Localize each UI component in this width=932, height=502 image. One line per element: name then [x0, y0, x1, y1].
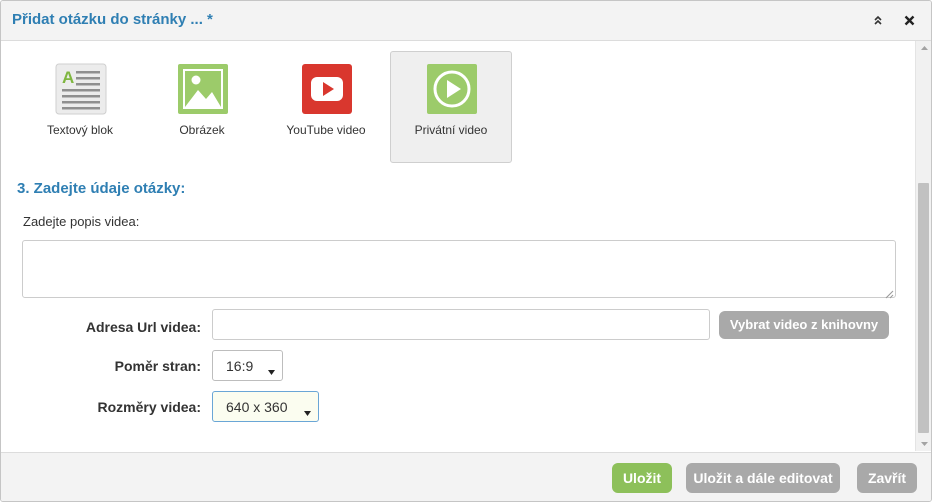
vertical-scrollbar[interactable] [915, 41, 931, 451]
scroll-up-arrow-icon[interactable] [916, 41, 931, 55]
close-button[interactable]: Zavřít [857, 463, 917, 493]
scroll-down-arrow-icon[interactable] [916, 437, 931, 451]
close-icon[interactable] [900, 11, 918, 29]
resize-grip-icon[interactable] [884, 286, 894, 299]
ratio-select[interactable]: 16:9 [212, 350, 283, 381]
dialog-title: Přidat otázku do stránky ... * [12, 11, 213, 28]
description-label: Zadejte popis videa: [23, 214, 140, 229]
youtube-icon [301, 63, 353, 115]
ratio-select-value: 16:9 [226, 358, 254, 374]
size-select-value: 640 x 360 [226, 399, 288, 415]
dialog-footer: Uložit Uložit a dále editovat Zavřít [1, 452, 931, 501]
dialog-content: A Textový blok Obrázek YouTube video Pri… [1, 41, 915, 451]
save-and-continue-button[interactable]: Uložit a dále editovat [686, 463, 840, 493]
size-label: Rozměry videa: [97, 399, 201, 415]
text-block-icon: A [55, 63, 107, 115]
dialog-titlebar: Přidat otázku do stránky ... * [1, 1, 931, 41]
size-select[interactable]: 640 x 360 [212, 391, 319, 422]
play-circle-icon [426, 63, 478, 115]
type-tile-image[interactable]: Obrázek [141, 51, 263, 163]
section-heading: 3. Zadejte údaje otázky: [17, 180, 186, 197]
double-chevron-up-icon[interactable] [869, 11, 887, 29]
add-question-dialog: Přidat otázku do stránky ... * A Textový… [0, 0, 932, 502]
ratio-label: Poměr stran: [114, 358, 201, 374]
description-textarea[interactable] [22, 240, 896, 298]
url-input[interactable] [212, 309, 710, 340]
image-icon [177, 63, 229, 115]
type-tile-private-video[interactable]: Privátní video [390, 51, 512, 163]
type-tile-youtube[interactable]: YouTube video [265, 51, 387, 163]
chevron-down-icon [304, 403, 311, 416]
svg-text:A: A [62, 68, 74, 87]
type-tile-label: Textový blok [46, 123, 114, 137]
choose-from-library-button[interactable]: Vybrat video z knihovny [719, 311, 889, 339]
save-button[interactable]: Uložit [612, 463, 672, 493]
type-tile-text-block[interactable]: A Textový blok [19, 51, 141, 163]
type-tile-label: YouTube video [286, 123, 366, 137]
chevron-down-icon [268, 362, 275, 375]
url-label: Adresa Url videa: [85, 319, 201, 335]
type-tile-label: Obrázek [179, 123, 225, 137]
scrollbar-thumb[interactable] [918, 183, 929, 433]
type-tile-label: Privátní video [414, 123, 488, 137]
